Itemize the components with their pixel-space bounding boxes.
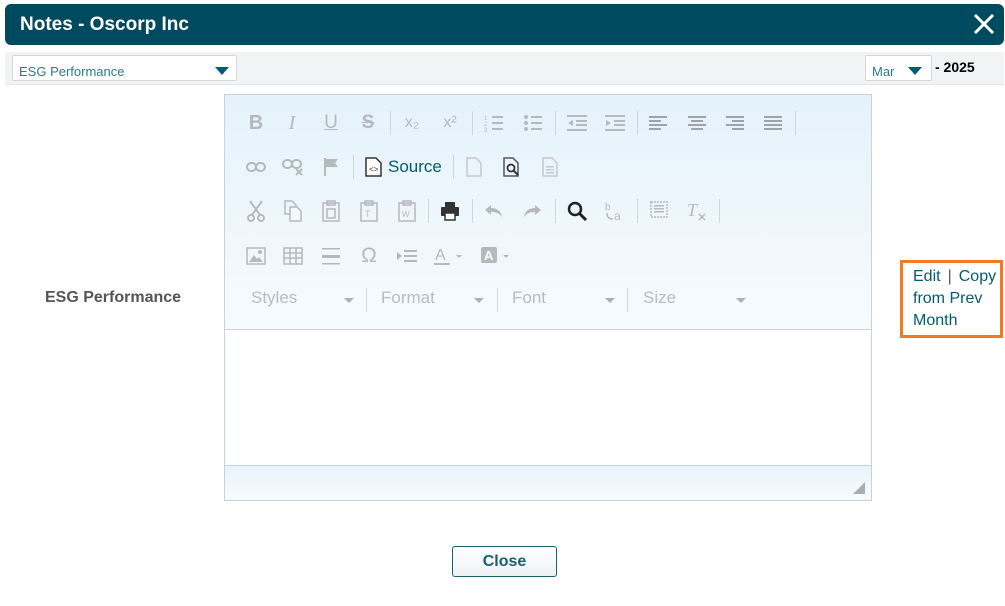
new-page-icon[interactable]: [462, 155, 486, 179]
editor-content-area[interactable]: [225, 330, 871, 464]
align-right-icon[interactable]: [723, 111, 747, 135]
horizontal-line-icon[interactable]: [319, 244, 343, 268]
numbered-list-icon[interactable]: 123: [482, 111, 506, 135]
bulleted-list-icon[interactable]: [521, 111, 545, 135]
outdent-icon[interactable]: [565, 111, 589, 135]
strikethrough-icon[interactable]: S: [356, 111, 380, 135]
templates-icon[interactable]: [538, 155, 562, 179]
italic-icon[interactable]: I: [280, 111, 304, 135]
indent-icon[interactable]: [603, 111, 627, 135]
actions-separator: |: [947, 268, 952, 285]
format-combo-label: Format: [381, 288, 435, 307]
dialog-header: Notes - Oscorp Inc: [5, 4, 1004, 45]
replace-icon[interactable]: ba: [603, 199, 627, 223]
svg-text:<>: <>: [369, 165, 379, 174]
chevron-down-icon: [474, 298, 484, 303]
unlink-icon[interactable]: [281, 155, 305, 179]
month-select[interactable]: Mar: [865, 55, 932, 81]
svg-text:A: A: [484, 248, 494, 263]
anchor-flag-icon[interactable]: [319, 155, 343, 179]
image-icon[interactable]: [244, 244, 268, 268]
toolbar-separator: [795, 111, 796, 135]
justify-icon[interactable]: [761, 111, 785, 135]
resize-handle-icon[interactable]: [853, 482, 865, 494]
styles-combo-label: Styles: [251, 288, 298, 307]
select-all-icon[interactable]: [647, 199, 671, 223]
page-break-icon[interactable]: [395, 244, 419, 268]
subscript-icon[interactable]: x₂: [400, 111, 424, 135]
text-color-icon[interactable]: A: [432, 244, 468, 268]
editor-toolbar: B I U S x₂ x² 123 <> Source T W b a T Ω …: [225, 95, 871, 330]
toolbar-separator: [472, 111, 473, 135]
note-actions-box: Edit | Copy from Prev Month: [900, 260, 1003, 338]
undo-icon[interactable]: [482, 199, 506, 223]
source-label: Source: [388, 157, 442, 176]
toolbar-separator: [390, 111, 391, 135]
svg-text:T: T: [687, 200, 699, 220]
month-select-value: Mar: [872, 64, 895, 79]
chevron-down-icon: [605, 298, 615, 303]
paste-word-icon[interactable]: W: [395, 199, 419, 223]
toolbar-separator: [366, 288, 367, 312]
size-combo-label: Size: [643, 288, 677, 307]
background-color-icon[interactable]: A: [479, 244, 515, 268]
table-icon[interactable]: [281, 244, 305, 268]
toolbar-separator: [353, 155, 354, 179]
edit-link[interactable]: Edit: [913, 268, 941, 285]
align-center-icon[interactable]: [685, 111, 709, 135]
toolbar-separator: [555, 111, 556, 135]
svg-text:A: A: [435, 247, 446, 264]
svg-text:b: b: [605, 202, 611, 213]
notes-dialog: Notes - Oscorp Inc ESG Performance Mar -…: [0, 0, 1005, 606]
special-character-icon[interactable]: Ω: [357, 244, 381, 268]
remove-format-icon[interactable]: T: [685, 199, 709, 223]
toolbar-separator: [627, 288, 628, 312]
dialog-title: Notes - Oscorp Inc: [20, 14, 189, 35]
format-combo[interactable]: Format: [381, 288, 486, 312]
close-icon[interactable]: [970, 10, 998, 38]
chevron-down-icon: [736, 298, 746, 303]
metric-select[interactable]: ESG Performance: [12, 55, 237, 81]
styles-combo[interactable]: Styles: [251, 288, 356, 312]
close-button[interactable]: Close: [452, 546, 557, 577]
metric-select-value: ESG Performance: [19, 64, 125, 79]
toolbar-separator: [497, 288, 498, 312]
source-icon: <>: [365, 157, 382, 177]
link-icon[interactable]: [244, 155, 268, 179]
toolbar-separator: [637, 111, 638, 135]
year-label: - 2025: [935, 59, 975, 75]
cut-icon[interactable]: [244, 199, 268, 223]
svg-text:a: a: [614, 209, 621, 222]
align-left-icon[interactable]: [646, 111, 670, 135]
paste-text-icon[interactable]: T: [357, 199, 381, 223]
toolbar-separator: [555, 199, 556, 223]
print-icon[interactable]: [438, 199, 462, 223]
font-combo[interactable]: Font: [512, 288, 617, 312]
chevron-down-icon: [908, 67, 922, 75]
bold-icon[interactable]: B: [244, 111, 268, 135]
size-combo[interactable]: Size: [643, 288, 748, 312]
find-icon[interactable]: [565, 199, 589, 223]
redo-icon[interactable]: [520, 199, 544, 223]
editor-status-bar: [225, 465, 871, 500]
toolbar-separator: [472, 199, 473, 223]
svg-text:T: T: [365, 209, 371, 219]
chevron-down-icon: [215, 67, 229, 75]
toolbar-separator: [453, 155, 454, 179]
svg-text:3: 3: [484, 128, 488, 133]
source-button[interactable]: <> Source: [365, 155, 442, 179]
font-combo-label: Font: [512, 288, 547, 307]
toolbar-separator: [637, 199, 638, 223]
superscript-icon[interactable]: x²: [438, 111, 462, 135]
svg-text:W: W: [402, 210, 410, 219]
paste-icon[interactable]: [319, 199, 343, 223]
toolbar-separator: [428, 199, 429, 223]
underline-icon[interactable]: U: [319, 111, 343, 135]
chevron-down-icon: [344, 298, 354, 303]
preview-icon[interactable]: [500, 155, 524, 179]
toolbar-separator: [719, 199, 720, 223]
row-label: ESG Performance: [45, 289, 182, 306]
copy-icon[interactable]: [281, 199, 305, 223]
rich-text-editor: B I U S x₂ x² 123 <> Source T W b a T Ω …: [224, 94, 872, 501]
